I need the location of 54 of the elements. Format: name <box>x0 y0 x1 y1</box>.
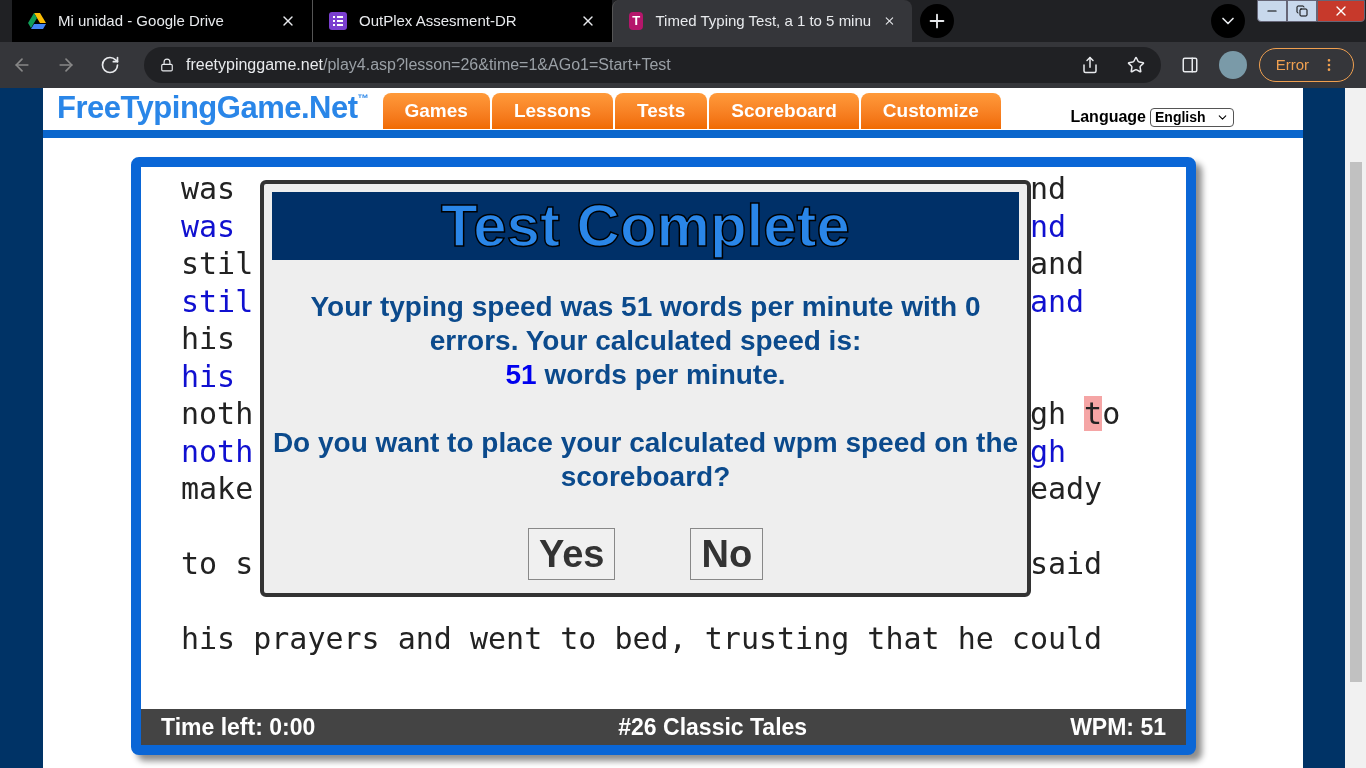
passage-text: stil <box>181 282 254 320</box>
language-label: Language <box>1070 107 1146 127</box>
list-icon <box>329 12 347 30</box>
tab-title: Timed Typing Test, a 1 to 5 minu <box>655 11 872 29</box>
side-panel-icon[interactable] <box>1180 56 1199 74</box>
passage-text: and <box>1029 245 1085 283</box>
calculated-speed-text: 51 words per minute. <box>505 358 786 392</box>
url-text: freetypinggame.net/play4.asp?lesson=26&time=1&AGo1=Start+Test <box>186 55 672 75</box>
time-left: Time left: 0:00 <box>161 712 316 742</box>
drive-icon <box>28 13 46 29</box>
favicon: T <box>629 12 644 30</box>
browser-tab[interactable]: Mi unidad - Google Drive <box>12 0 312 42</box>
passage-text: was <box>181 170 236 208</box>
passage-text: to s <box>181 545 254 583</box>
address-bar[interactable]: freetypinggame.net/play4.asp?lesson=26&time=1&AGo1=Start+Test <box>144 47 1161 83</box>
lock-icon <box>160 58 174 72</box>
tab-title: OutPlex Assesment-DR <box>359 11 517 29</box>
site-logo[interactable]: FreeTypingGame.Net <box>57 90 358 126</box>
restore-icon <box>1296 5 1308 17</box>
bookmark-star-icon[interactable] <box>1126 56 1145 74</box>
scoreboard-question: Do you want to place your calculated wpm speed on the scoreboard? <box>272 426 1019 494</box>
wpm-readout: WPM: 51 <box>1070 712 1166 742</box>
passage-text: his prayers and went to bed, trusting that he could <box>181 620 1103 658</box>
share-icon[interactable] <box>1080 56 1099 74</box>
passage-text: noth <box>181 432 254 470</box>
minimize-button[interactable] <box>1257 0 1287 22</box>
result-message: Your typing speed was 51 words per minute with 0 errors. Your calculated speed is: <box>309 290 982 358</box>
dialog-button[interactable]: No <box>690 528 764 580</box>
passage-text: said <box>1029 545 1103 583</box>
passage-text: was <box>181 207 236 245</box>
language-select[interactable]: English <box>1150 107 1234 127</box>
passage-text: gh <box>1029 432 1066 470</box>
lesson-title: #26 Classic Tales <box>618 712 808 742</box>
new-tab-button[interactable] <box>920 4 954 38</box>
passage-text: stil <box>181 245 254 283</box>
dialog-button[interactable]: Yes <box>527 528 616 580</box>
reload-icon[interactable] <box>100 55 120 75</box>
scrollbar[interactable] <box>1345 88 1366 768</box>
passage-text: and <box>1029 282 1085 320</box>
trademark-mark: ™ <box>357 91 369 104</box>
passage-text: his <box>181 320 236 358</box>
tab-title: Mi unidad - Google Drive <box>58 11 224 29</box>
restore-button[interactable] <box>1287 0 1317 22</box>
passage-text: his <box>181 357 236 395</box>
passage-text: make <box>181 470 254 508</box>
browser-tab[interactable]: OutPlex Assesment-DR <box>312 0 612 42</box>
browser-tab[interactable]: T Timed Typing Test, a 1 to 5 minu <box>612 0 912 42</box>
passage-text: noth <box>181 395 254 433</box>
passage-text: gh to <box>1029 395 1121 433</box>
avatar[interactable] <box>1218 51 1247 79</box>
passage-text: nd <box>1029 170 1066 208</box>
passage-text: nd <box>1029 207 1066 245</box>
passage-text: eady <box>1029 470 1103 508</box>
dialog-title: Test Complete <box>272 192 1019 260</box>
